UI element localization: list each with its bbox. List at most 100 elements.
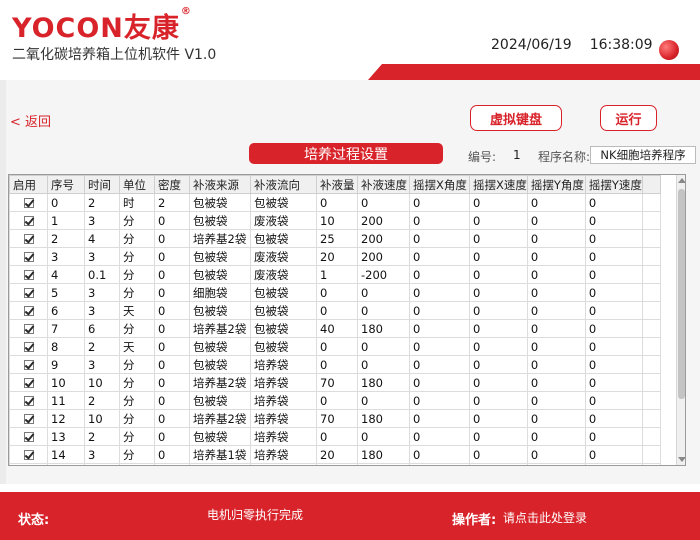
table-cell[interactable]: 0 [316, 427, 358, 446]
table-cell[interactable]: 分 [119, 211, 155, 230]
table-cell[interactable]: 0 [469, 355, 528, 374]
enable-cell[interactable] [9, 409, 48, 428]
table-cell[interactable]: 包被袋 [189, 463, 251, 465]
table-cell[interactable]: 2 [154, 193, 190, 212]
table-cell[interactable]: 0 [469, 391, 528, 410]
table-cell[interactable]: 包被袋 [189, 391, 251, 410]
table-cell[interactable]: 8 [47, 337, 85, 356]
table-cell[interactable]: 2 [84, 193, 120, 212]
program-name-field[interactable]: NK细胞培养程序 [590, 146, 696, 164]
table-cell[interactable]: 180 [357, 409, 410, 428]
table-cell[interactable]: 4 [84, 229, 120, 248]
table-cell[interactable]: 0 [526, 193, 586, 212]
table-cell[interactable]: 0 [154, 319, 190, 338]
table-cell[interactable]: 分 [119, 427, 155, 446]
table-cell[interactable]: 2 [84, 391, 120, 410]
table-cell[interactable]: 0 [584, 211, 643, 230]
table-cell[interactable]: 0 [584, 247, 643, 266]
table-cell[interactable]: 0 [316, 283, 358, 302]
table-cell[interactable]: 0 [469, 301, 528, 320]
table-cell[interactable]: 0 [526, 373, 586, 392]
table-cell[interactable]: 培养基2袋 [189, 319, 251, 338]
table-cell[interactable]: 0 [409, 247, 470, 266]
table-cell[interactable]: 0 [469, 337, 528, 356]
table-cell[interactable]: 10 [316, 211, 358, 230]
table-cell[interactable]: 200 [357, 229, 410, 248]
table-cell[interactable]: 4 [47, 265, 85, 284]
table-cell[interactable]: 0 [357, 301, 410, 320]
table-cell[interactable]: 废液袋 [250, 247, 317, 266]
scroll-thumb[interactable] [678, 189, 685, 399]
table-cell[interactable]: 0 [526, 463, 586, 465]
table-cell[interactable]: 0 [154, 337, 190, 356]
enable-checkbox[interactable] [23, 234, 34, 244]
table-cell[interactable]: 3 [84, 211, 120, 230]
table-cell[interactable]: 培养袋 [250, 427, 317, 446]
table-cell[interactable]: 0 [526, 265, 586, 284]
table-cell[interactable]: 0 [154, 211, 190, 230]
table-cell[interactable]: 0 [526, 211, 586, 230]
table-cell[interactable]: 0 [526, 337, 586, 356]
enable-checkbox[interactable] [23, 342, 34, 352]
enable-cell[interactable] [9, 463, 48, 465]
table-cell[interactable]: 0 [469, 445, 528, 464]
table-row[interactable]: 153天0包被袋培养袋000000 [9, 463, 661, 465]
table-cell[interactable]: 10 [84, 409, 120, 428]
table-cell[interactable]: 0 [409, 319, 470, 338]
table-cell[interactable]: 70 [316, 409, 358, 428]
table-cell[interactable]: 3 [84, 463, 120, 465]
table-cell[interactable]: 天 [119, 337, 155, 356]
table-cell[interactable]: 2 [47, 229, 85, 248]
table-cell[interactable]: 1 [316, 265, 358, 284]
table-cell[interactable]: 0 [357, 283, 410, 302]
table-cell[interactable]: 0 [469, 319, 528, 338]
table-cell[interactable]: 0 [584, 409, 643, 428]
table-cell[interactable]: 0 [154, 391, 190, 410]
enable-cell[interactable] [9, 319, 48, 338]
table-cell[interactable]: 包被袋 [250, 283, 317, 302]
table-cell[interactable]: 废液袋 [250, 211, 317, 230]
enable-cell[interactable] [9, 211, 48, 230]
table-cell[interactable]: 0 [316, 301, 358, 320]
table-cell[interactable]: 培养袋 [250, 391, 317, 410]
table-cell[interactable]: 0 [526, 445, 586, 464]
table-cell[interactable]: 0 [584, 391, 643, 410]
login-link[interactable]: 请点击此处登录 [503, 509, 587, 526]
table-cell[interactable]: 15 [47, 463, 85, 465]
enable-cell[interactable] [9, 337, 48, 356]
table-cell[interactable]: 0 [526, 409, 586, 428]
table-cell[interactable]: -200 [357, 265, 410, 284]
table-cell[interactable]: 0 [469, 463, 528, 465]
table-row[interactable]: 3 3 分 0 包被袋 废液袋 20 200 0 0 0 0 [9, 247, 661, 266]
table-cell[interactable]: 0 [469, 283, 528, 302]
table-cell[interactable]: 0 [526, 391, 586, 410]
table-cell[interactable]: 13 [47, 427, 85, 446]
table-row[interactable]: 10 10 分 0 培养基2袋 培养袋 70 180 0 0 0 0 [9, 373, 661, 392]
table-cell[interactable]: 3 [84, 283, 120, 302]
enable-cell[interactable] [9, 283, 48, 302]
table-row[interactable]: 6 3 天 0 包被袋 包被袋 0 0 0 0 0 0 [9, 301, 661, 320]
scroll-up-icon[interactable] [678, 178, 685, 183]
table-row[interactable]: 2 4 分 0 培养基2袋 包被袋 25 200 0 0 0 0 [9, 229, 661, 248]
back-button[interactable]: < 返回 [10, 111, 51, 130]
table-cell[interactable]: 0 [47, 193, 85, 212]
table-cell[interactable]: 0 [469, 193, 528, 212]
table-cell[interactable]: 0 [316, 193, 358, 212]
table-cell[interactable]: 3 [84, 445, 120, 464]
enable-checkbox[interactable] [23, 252, 34, 262]
table-cell[interactable]: 0 [584, 193, 643, 212]
enable-checkbox[interactable] [23, 432, 34, 442]
table-cell[interactable]: 0 [316, 391, 358, 410]
table-cell[interactable]: 0 [409, 229, 470, 248]
table-cell[interactable]: 0 [526, 283, 586, 302]
enable-cell[interactable] [9, 193, 48, 212]
table-cell[interactable]: 天 [119, 301, 155, 320]
table-cell[interactable]: 包被袋 [250, 301, 317, 320]
table-cell[interactable]: 0 [526, 319, 586, 338]
table-cell[interactable]: 2 [84, 427, 120, 446]
table-cell[interactable]: 180 [357, 319, 410, 338]
table-cell[interactable]: 6 [47, 301, 85, 320]
table-cell[interactable]: 分 [119, 355, 155, 374]
table-cell[interactable]: 0 [409, 373, 470, 392]
table-cell[interactable]: 0.1 [84, 265, 120, 284]
